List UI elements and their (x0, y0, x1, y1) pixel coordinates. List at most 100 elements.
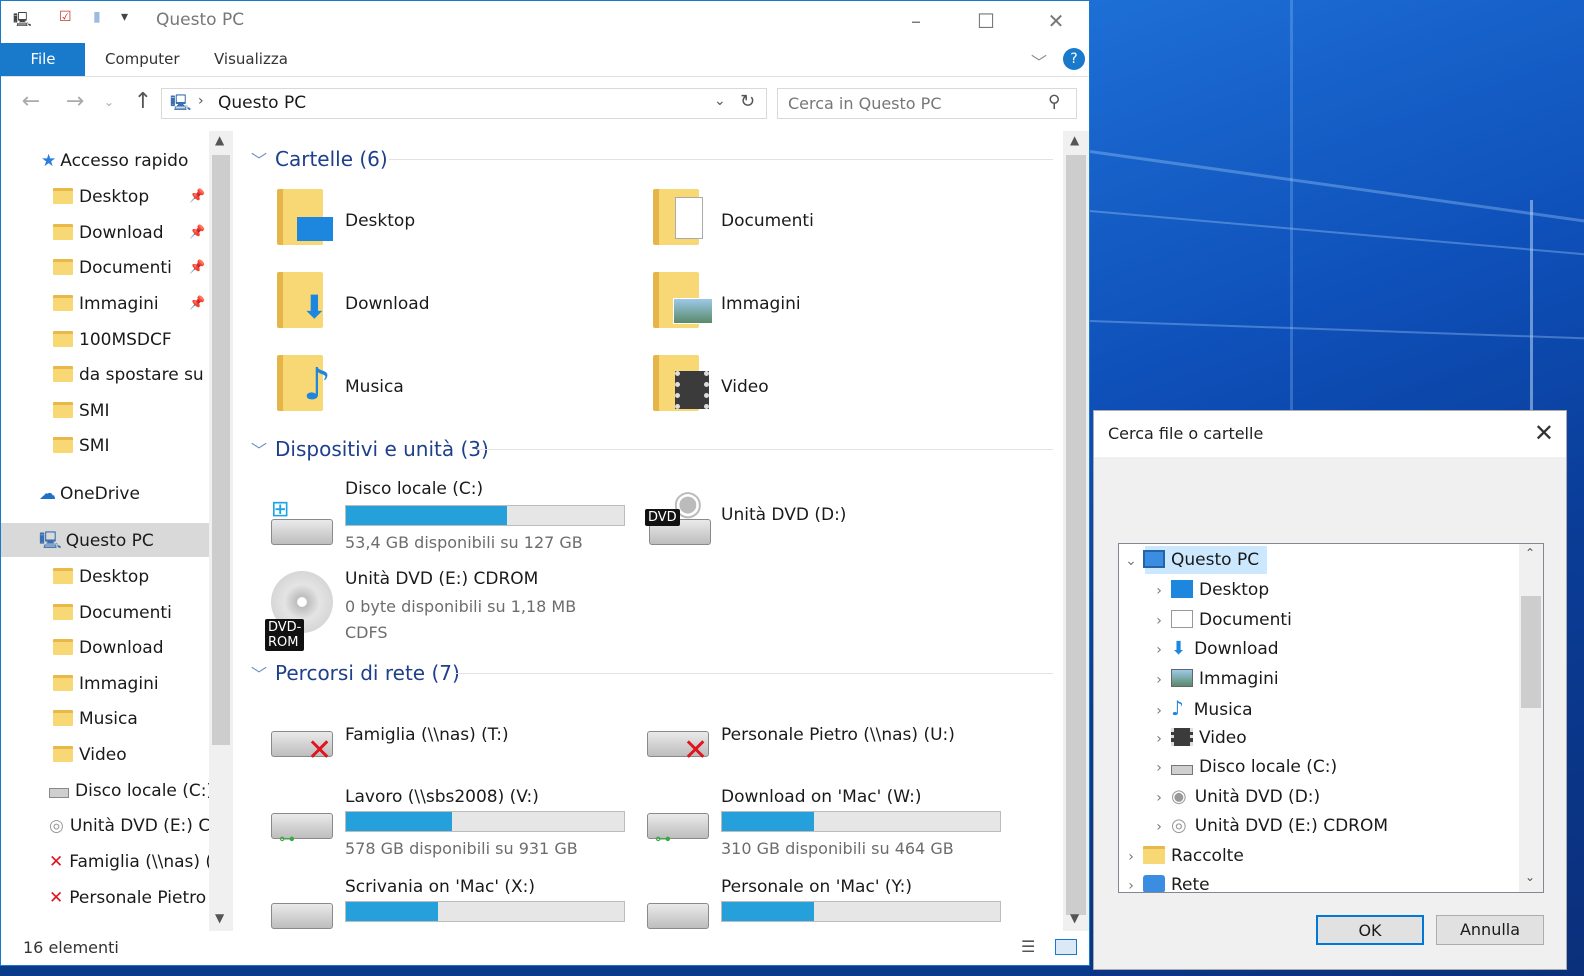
tile-info: 578 GB disponibili su 931 GB (345, 839, 578, 858)
scroll-down-icon[interactable]: ⌄ (1525, 870, 1535, 884)
forward-arrow-icon[interactable]: → (61, 89, 89, 114)
maximize-button[interactable]: ☐ (971, 7, 1001, 35)
group-header-network[interactable]: ﹀ Percorsi di rete (7) (251, 661, 460, 685)
help-icon[interactable]: ? (1063, 48, 1085, 70)
scroll-down-icon[interactable]: ▼ (1070, 911, 1079, 925)
nav-item-immagini[interactable]: Immagini (53, 289, 159, 319)
nav-item-desktop[interactable]: Desktop (53, 182, 149, 212)
nav-pc-disco-c[interactable]: Disco locale (C:) (49, 776, 213, 806)
tile-label: Personale Pietro (\\nas) (U:) (721, 725, 955, 745)
chevron-right-icon[interactable]: › (1119, 872, 1143, 892)
details-view-icon[interactable]: ☰ (1021, 937, 1035, 956)
close-icon[interactable]: ✕ (1534, 419, 1554, 447)
properties-icon[interactable]: ☑ (59, 9, 72, 25)
customize-toolbar-icon[interactable]: ▾ (121, 9, 128, 25)
tree-item-download[interactable]: › ⬇ Download (1147, 635, 1278, 664)
nav-pc-documenti[interactable]: Documenti (53, 598, 172, 628)
nav-onedrive[interactable]: ☁ OneDrive (39, 479, 140, 509)
nav-this-pc[interactable]: 🖳 Questo PC (39, 526, 154, 556)
tree-item-documenti[interactable]: › Documenti (1147, 606, 1292, 634)
tree-item-dvd-e[interactable]: › ◎ Unità DVD (E:) CDROM (1147, 812, 1388, 840)
nav-pc-personale[interactable]: ✕ Personale Pietro (49, 883, 206, 913)
chevron-right-icon[interactable]: › (1147, 754, 1171, 782)
pin-icon[interactable]: 📌 (189, 225, 205, 240)
cancel-button[interactable]: Annulla (1436, 915, 1544, 945)
tree-item-disco-c[interactable]: › Disco locale (C:) (1147, 753, 1337, 781)
chevron-right-icon[interactable]: › (1147, 577, 1171, 605)
folder-icon (53, 675, 73, 691)
nav-item-smi[interactable]: SMI (53, 396, 109, 426)
nav-pc-desktop[interactable]: Desktop (53, 562, 149, 592)
pin-icon[interactable]: 📌 (189, 260, 205, 275)
ok-button[interactable]: OK (1316, 915, 1424, 945)
tree-item-musica[interactable]: › ♪ Musica (1147, 694, 1252, 725)
up-arrow-icon[interactable]: ↑ (129, 89, 157, 114)
nav-label: 100MSDCF (79, 330, 172, 350)
tree-item-raccolte[interactable]: › Raccolte (1119, 842, 1244, 870)
new-folder-icon[interactable]: ▮ (93, 9, 101, 25)
refresh-icon[interactable]: ↻ (740, 91, 755, 112)
scroll-up-icon[interactable]: ▲ (215, 133, 224, 147)
chevron-right-icon[interactable]: › (1147, 666, 1171, 694)
chevron-right-icon[interactable]: › (198, 93, 204, 109)
nav-pc-musica[interactable]: Musica (53, 704, 138, 734)
tree-item-desktop[interactable]: › Desktop (1147, 576, 1269, 604)
nav-pc-download[interactable]: Download (53, 633, 164, 663)
tree-item-video[interactable]: › Video (1147, 724, 1247, 752)
tab-file[interactable]: File (1, 43, 85, 76)
recent-locations-icon[interactable]: ⌄ (95, 95, 123, 109)
content-scrollbar[interactable]: ▲ ▼ (1063, 131, 1089, 931)
nav-pc-famiglia[interactable]: ✕ Famiglia (\\nas) ( (49, 847, 212, 877)
close-button[interactable]: ✕ (1041, 7, 1071, 35)
chevron-right-icon[interactable]: › (1147, 697, 1171, 725)
nav-item-da-spostare[interactable]: da spostare su m (53, 360, 226, 390)
folder-icon (53, 331, 73, 347)
address-bar[interactable]: 🖳 › Questo PC ⌄ ↻ (161, 88, 767, 119)
tab-computer[interactable]: Computer (105, 43, 180, 76)
tree-item-dvd-d[interactable]: › ◉ Unità DVD (D:) (1147, 783, 1320, 811)
scroll-up-icon[interactable]: ▲ (1070, 133, 1079, 147)
tree-item-immagini[interactable]: › Immagini (1147, 665, 1279, 693)
tree-scrollbar[interactable]: ⌃ ⌄ (1519, 544, 1543, 892)
chevron-right-icon[interactable]: › (1147, 784, 1171, 812)
group-header-devices[interactable]: ﹀ Dispositivi e unità (3) (251, 437, 489, 461)
chevron-right-icon[interactable]: › (1119, 843, 1143, 871)
nav-pc-immagini[interactable]: Immagini (53, 669, 159, 699)
pin-icon[interactable]: 📌 (189, 296, 205, 311)
pin-icon[interactable]: 📌 (189, 189, 205, 204)
nav-item-smi-2[interactable]: SMI (53, 431, 109, 461)
nav-pc-dvd-e[interactable]: ◎ Unità DVD (E:) CI (49, 811, 215, 841)
film-strip-icon (1171, 728, 1193, 746)
tab-view[interactable]: Visualizza (214, 43, 288, 76)
back-arrow-icon[interactable]: ← (17, 89, 45, 114)
chevron-right-icon[interactable]: › (1147, 725, 1171, 753)
nav-scrollbar[interactable]: ▲ ▼ (209, 131, 233, 931)
search-input[interactable]: Cerca in Questo PC ⚲ (777, 88, 1077, 119)
scroll-thumb[interactable] (1521, 596, 1541, 708)
nav-item-download[interactable]: Download (53, 218, 164, 248)
large-icons-view-icon[interactable] (1055, 939, 1077, 955)
nav-quick-access[interactable]: ★ Accesso rapido (41, 146, 188, 176)
tree-item-this-pc[interactable]: ⌄ Questo PC (1119, 546, 1259, 574)
scroll-up-icon[interactable]: ⌃ (1525, 546, 1535, 560)
nav-item-documenti[interactable]: Documenti (53, 253, 172, 283)
expand-ribbon-icon[interactable]: ﹀ (1031, 49, 1047, 73)
cloud-icon: ☁ (39, 484, 56, 504)
chevron-right-icon[interactable]: › (1147, 813, 1171, 841)
address-dropdown-icon[interactable]: ⌄ (714, 93, 726, 109)
divider (477, 449, 1053, 450)
nav-label: Disco locale (C:) (75, 781, 214, 801)
hard-drive-icon (271, 519, 333, 545)
minimize-button[interactable]: – (901, 7, 931, 35)
tree-item-rete[interactable]: › Rete (1119, 871, 1210, 892)
group-header-folders[interactable]: ﹀ Cartelle (6) (251, 147, 388, 171)
chevron-right-icon[interactable]: › (1147, 636, 1171, 664)
scroll-down-icon[interactable]: ▼ (215, 911, 224, 925)
nav-item-100msdcf[interactable]: 100MSDCF (53, 325, 172, 355)
computer-icon[interactable]: 🖳 (13, 9, 32, 33)
nav-pc-video[interactable]: Video (53, 740, 127, 770)
chevron-down-icon[interactable]: ⌄ (1119, 547, 1143, 575)
scroll-thumb[interactable] (1066, 155, 1086, 915)
chevron-right-icon[interactable]: › (1147, 607, 1171, 635)
scroll-thumb[interactable] (212, 155, 230, 745)
